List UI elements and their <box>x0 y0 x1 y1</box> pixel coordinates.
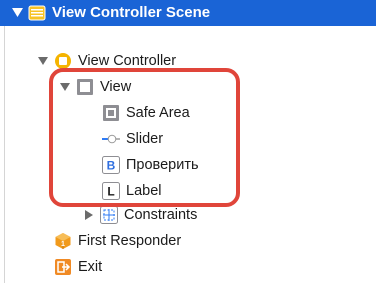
storyboard-scene-icon <box>28 4 46 22</box>
tree-row-view-controller[interactable]: View Controller <box>0 48 376 74</box>
disclosure-triangle-down-icon[interactable] <box>10 6 24 20</box>
tree-row-label: View Controller <box>78 53 177 69</box>
disclosure-triangle-down-icon[interactable] <box>36 54 50 68</box>
tree-row-label: Проверить <box>126 157 199 173</box>
svg-text:1: 1 <box>61 241 65 248</box>
tree-row-label-element[interactable]: L Label <box>0 178 376 204</box>
tree-row-label: Safe Area <box>126 105 190 121</box>
tree-row-button[interactable]: B Проверить <box>0 152 376 178</box>
constraints-icon <box>100 206 118 224</box>
disclosure-triangle-right-icon[interactable] <box>82 208 96 222</box>
view-icon <box>76 78 94 96</box>
disclosure-triangle-down-icon[interactable] <box>58 80 72 94</box>
tree-row-label: View Controller Scene <box>52 4 211 21</box>
svg-text:B: B <box>107 159 116 173</box>
tree-row-constraints[interactable]: Constraints <box>0 202 376 228</box>
tree-row-label: View <box>100 79 132 95</box>
label-icon: L <box>102 182 120 200</box>
svg-text:L: L <box>107 185 114 199</box>
tree-row-scene[interactable]: View Controller Scene <box>0 0 376 26</box>
tree-row-label: First Responder <box>78 233 182 249</box>
tree-row-exit[interactable]: Exit <box>0 254 376 280</box>
tree-row-label: Constraints <box>124 207 198 223</box>
first-responder-icon: 1 <box>54 232 72 250</box>
tree-row-view[interactable]: View <box>0 74 376 100</box>
tree-row-slider[interactable]: Slider <box>0 126 376 152</box>
slider-icon <box>102 130 120 148</box>
exit-icon <box>54 258 72 276</box>
tree-row-first-responder[interactable]: 1 First Responder <box>0 228 376 254</box>
safe-area-icon <box>102 104 120 122</box>
tree-row-label: Slider <box>126 131 164 147</box>
tree-row-label: Label <box>126 183 162 199</box>
tree-row-safe-area[interactable]: Safe Area <box>0 100 376 126</box>
view-controller-icon <box>54 52 72 70</box>
tree-row-label: Exit <box>78 259 103 275</box>
button-icon: B <box>102 156 120 174</box>
